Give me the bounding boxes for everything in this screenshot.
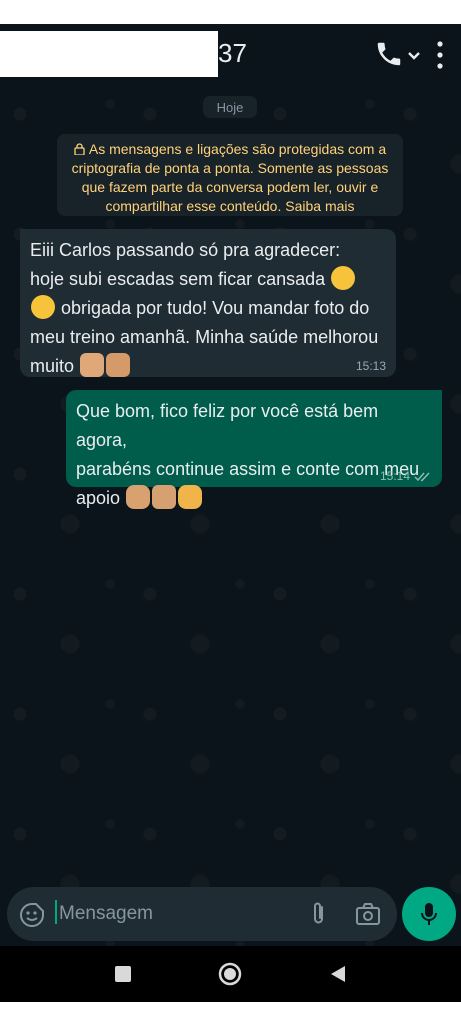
laughing-emoji-icon xyxy=(31,295,55,319)
sticker-icon[interactable] xyxy=(19,902,45,928)
lock-icon xyxy=(74,143,85,155)
message-time: 15:13 xyxy=(355,359,386,373)
bottom-strip xyxy=(0,1002,461,1024)
outgoing-message[interactable]: Que bom, fico feliz por você está bem ag… xyxy=(66,390,442,509)
thumbs-up-emoji-icon xyxy=(152,485,177,509)
contact-name-redaction xyxy=(0,31,218,77)
back-triangle-icon xyxy=(331,966,345,982)
laughing-emoji-icon xyxy=(331,266,356,290)
chevron-down-icon[interactable] xyxy=(406,48,422,64)
encryption-notice-text: As mensagens e ligações são protegidas c… xyxy=(71,141,389,214)
message-time: 15:14 xyxy=(380,469,432,483)
back-button[interactable] xyxy=(324,960,352,988)
chat-header: 37 xyxy=(0,24,461,84)
microphone-button[interactable] xyxy=(402,887,456,941)
message-line-with-emoji: apoio xyxy=(76,484,432,513)
encryption-notice[interactable]: As mensagens e ligações são protegidas c… xyxy=(57,134,403,216)
message-line: parabéns continue assim e conte com meu xyxy=(76,459,420,479)
message-line-with-emoji: muito xyxy=(30,352,386,381)
praying-hands-emoji-icon xyxy=(106,353,131,377)
more-vertical-icon[interactable] xyxy=(430,38,450,72)
paperclip-icon[interactable] xyxy=(307,901,331,927)
microphone-icon xyxy=(421,903,437,925)
system-navigation-bar xyxy=(0,946,461,1002)
recent-apps-button[interactable] xyxy=(109,960,137,988)
chat-area[interactable]: Hoje As mensagens e ligações são protegi… xyxy=(0,84,461,946)
message-composer: Mensagem xyxy=(7,887,397,941)
contact-name[interactable]: 37 xyxy=(218,36,247,70)
message-line: meu treino amanhã. Minha saúde melhorou xyxy=(30,327,379,347)
incoming-message[interactable]: Eiii Carlos passando só pra agradecer: h… xyxy=(20,229,396,377)
double-check-icon xyxy=(414,472,430,481)
phone-icon[interactable] xyxy=(372,37,406,71)
message-line-with-emoji: obrigada por tudo! Vou mandar foto do xyxy=(30,294,386,323)
handshake-emoji-icon xyxy=(178,485,203,509)
message-line: Eiii Carlos passando só pra agradecer: xyxy=(30,240,341,260)
day-separator: Hoje xyxy=(203,96,257,118)
circle-icon xyxy=(218,962,242,986)
square-icon xyxy=(115,966,131,982)
message-line: Que bom, fico feliz por você está bem ag… xyxy=(76,401,379,450)
flexed-biceps-emoji-icon xyxy=(126,485,151,509)
message-line-with-emoji: hoje subi escadas sem ficar cansada xyxy=(30,265,386,294)
status-bar xyxy=(0,0,461,24)
camera-icon[interactable] xyxy=(355,902,381,926)
raised-hands-emoji-icon xyxy=(80,353,105,377)
message-input[interactable]: Mensagem xyxy=(55,900,265,928)
home-button[interactable] xyxy=(216,960,244,988)
